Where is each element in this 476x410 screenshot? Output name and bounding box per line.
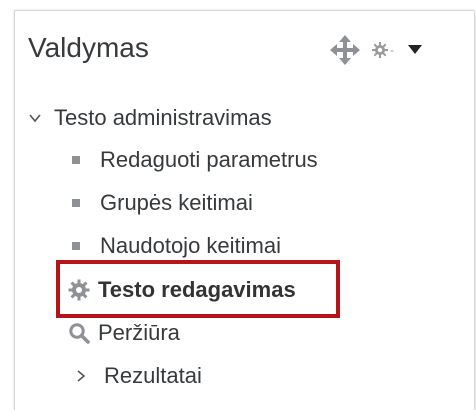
bullet-icon [72, 242, 80, 250]
gear-icon [372, 42, 388, 58]
bullet-icon [72, 199, 80, 207]
block-actions-menu[interactable]: - [372, 42, 396, 58]
tree-item-label: Naudotojo keitimai [100, 233, 281, 258]
tree-item-label: Testo redagavimas [98, 277, 296, 302]
magnifier-icon [69, 323, 90, 344]
gear-icon [68, 279, 90, 301]
chevron-down-icon [29, 114, 41, 123]
bullet-icon [72, 156, 80, 164]
tree-item-perziura[interactable]: Peržiūra [68, 313, 180, 353]
tree-item-naudotojo-keitimai[interactable]: Naudotojo keitimai [72, 226, 281, 266]
tree-item-grupes-keitimai[interactable]: Grupės keitimai [72, 183, 253, 223]
tree-item-redaguoti-parametrus[interactable]: Redaguoti parametrus [72, 140, 318, 180]
tree-item-label: Peržiūra [98, 320, 180, 345]
tree-item-label: Rezultatai [104, 363, 202, 388]
tree-section-label: Testo administravimas [54, 105, 272, 130]
menu-dash: - [390, 43, 394, 57]
caret-down-icon[interactable] [396, 45, 422, 55]
tree-section-testo-administravimas[interactable]: Testo administravimas [28, 98, 272, 138]
block-controls: - [330, 32, 422, 68]
tree-item-testo-redagavimas[interactable]: Testo redagavimas [68, 270, 296, 310]
tree-item-rezultatai[interactable]: Rezultatai [74, 356, 202, 396]
tree-item-label: Grupės keitimai [100, 190, 253, 215]
tree-item-label: Redaguoti parametrus [100, 147, 318, 172]
chevron-right-icon [77, 370, 86, 382]
move-icon[interactable] [330, 35, 360, 65]
block-title: Valdymas [28, 32, 149, 63]
